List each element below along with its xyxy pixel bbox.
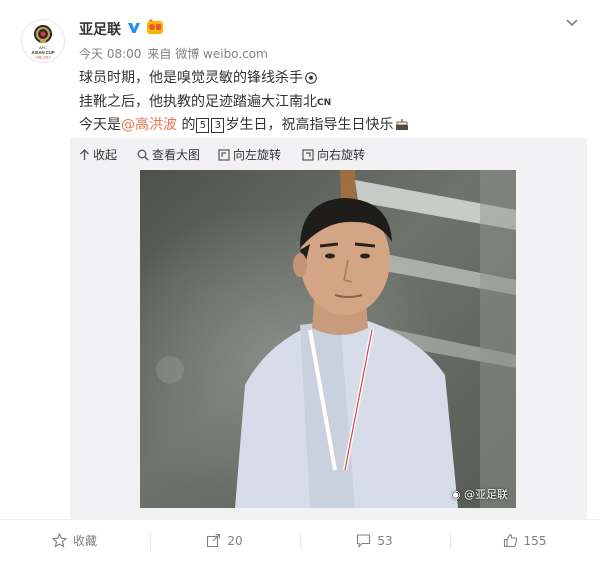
watermark-text: @亚足联 bbox=[464, 488, 508, 501]
rotate-left-icon bbox=[218, 149, 230, 161]
favorite-button[interactable]: 收藏 bbox=[0, 520, 149, 561]
like-button[interactable]: 155 bbox=[450, 520, 599, 561]
comment-count: 53 bbox=[377, 533, 393, 548]
view-large-label: 查看大图 bbox=[152, 148, 201, 162]
cake-icon bbox=[395, 118, 409, 135]
comment-icon bbox=[357, 534, 371, 548]
collapse-label: 收起 bbox=[93, 148, 118, 162]
post-photo[interactable]: ◉ @亚足联 bbox=[140, 170, 516, 508]
collapse-button[interactable]: 收起 bbox=[79, 146, 117, 163]
svg-text:UAE 2019: UAE 2019 bbox=[35, 56, 50, 60]
favorite-label: 收藏 bbox=[72, 534, 97, 548]
vip-member-icon[interactable] bbox=[146, 19, 164, 39]
photo-watermark: ◉ @亚足联 bbox=[451, 486, 508, 502]
post-line-2: 挂靴之后，他执教的足迹踏遍大江南北 bbox=[79, 94, 317, 110]
repost-count: 20 bbox=[227, 533, 243, 548]
verified-icon bbox=[126, 20, 142, 40]
post-actions-bar: 收藏 20 53 155 bbox=[0, 519, 600, 561]
age-digit-1: 5 bbox=[196, 118, 210, 133]
post-line-3-suffix: 岁生日，祝高指导生日快乐 bbox=[225, 117, 394, 133]
star-icon bbox=[51, 533, 67, 548]
rotate-right-icon bbox=[302, 149, 314, 161]
post-time[interactable]: 今天 08:00 bbox=[79, 47, 141, 61]
post-line-1: 球员时期，他是嗅觉灵敏的锋线杀手 bbox=[79, 70, 303, 86]
account-name[interactable]: 亚足联 bbox=[79, 19, 121, 39]
age-digit-2: 3 bbox=[211, 118, 225, 133]
post-text-line-1: 球员时期，他是嗅觉灵敏的锋线杀手 bbox=[79, 67, 317, 88]
repost-button[interactable]: 20 bbox=[150, 520, 299, 561]
post-line-3-mid: 的 bbox=[177, 117, 196, 133]
media-toolbar: 收起 查看大图 向左旋转 向右旋转 bbox=[70, 138, 587, 170]
post-text-line-2: 挂靴之后，他执教的足迹踏遍大江南北CN bbox=[79, 91, 331, 111]
weibo-logo-icon: ◉ bbox=[450, 488, 461, 501]
search-icon bbox=[137, 149, 149, 161]
thumbs-up-icon bbox=[503, 533, 517, 548]
soccer-ball-icon bbox=[305, 72, 317, 88]
svg-text:ASIAN CUP: ASIAN CUP bbox=[31, 50, 54, 55]
avatar[interactable]: AFC ASIAN CUP UAE 2019 bbox=[21, 19, 65, 63]
chevron-down-icon[interactable] bbox=[563, 14, 581, 32]
media-panel: 收起 查看大图 向左旋转 向右旋转 ◉ @亚足联 bbox=[70, 138, 587, 528]
like-count: 155 bbox=[523, 533, 547, 548]
weibo-post-card: AFC ASIAN CUP UAE 2019 亚足联 今天 08:00 来自 微博… bbox=[0, 0, 600, 561]
rotate-right-button[interactable]: 向右旋转 bbox=[302, 146, 365, 163]
view-large-button[interactable]: 查看大图 bbox=[137, 146, 200, 163]
post-line-3-prefix: 今天是 bbox=[79, 117, 121, 133]
mention-link[interactable]: @高洪波 bbox=[121, 117, 177, 133]
comment-button[interactable]: 53 bbox=[300, 520, 449, 561]
post-text-line-3: 今天是@高洪波 的 5 3 岁生日，祝高指导生日快乐 bbox=[79, 114, 409, 135]
china-flag-badge: CN bbox=[317, 98, 332, 108]
post-source[interactable]: 来自 微博 weibo.com bbox=[147, 47, 267, 61]
repost-icon bbox=[207, 533, 221, 548]
rotate-right-label: 向右旋转 bbox=[317, 148, 366, 162]
rotate-left-button[interactable]: 向左旋转 bbox=[218, 146, 281, 163]
rotate-left-label: 向左旋转 bbox=[233, 148, 282, 162]
arrow-up-icon bbox=[80, 149, 89, 160]
post-meta: 今天 08:00 来自 微博 weibo.com bbox=[79, 45, 274, 62]
